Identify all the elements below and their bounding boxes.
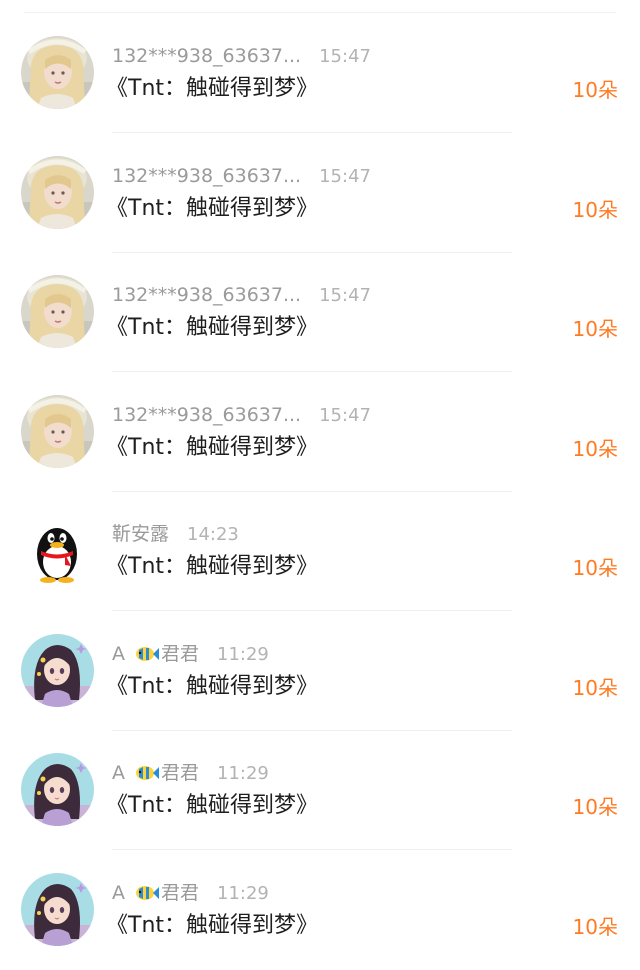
username[interactable]: 132***938_63637... <box>112 404 301 426</box>
username[interactable]: 君君 <box>161 643 199 665</box>
list-item[interactable]: A 君君 11:29 《Tnt：触碰得到梦》 10朵 <box>0 612 640 732</box>
list-item[interactable]: 132***938_63637... 15:47 《Tnt：触碰得到梦》 10朵 <box>0 253 640 373</box>
qq-penguin-avatar-icon <box>21 514 94 587</box>
gift-amount: 10朵 <box>573 77 618 103</box>
meta-line: 132***938_63637... 15:47 <box>112 283 371 308</box>
gift-message: 《Tnt：触碰得到梦》 <box>106 792 318 820</box>
meta-line: A 君君 11:29 <box>112 642 269 670</box>
username[interactable]: 君君 <box>161 882 199 904</box>
list-item[interactable]: 靳安露 14:23 《Tnt：触碰得到梦》 10朵 <box>0 492 640 612</box>
gift-amount: 10朵 <box>573 914 618 940</box>
avatar[interactable] <box>21 275 94 348</box>
meta-line: 132***938_63637... 15:47 <box>112 164 371 189</box>
username[interactable]: 132***938_63637... <box>112 45 301 67</box>
gift-message: 《Tnt：触碰得到梦》 <box>106 912 318 940</box>
timestamp: 15:47 <box>319 166 371 187</box>
avatar[interactable] <box>21 753 94 826</box>
username[interactable]: 132***938_63637... <box>112 284 301 306</box>
gift-list[interactable]: 132***938_63637... 15:47 《Tnt：触碰得到梦》 10朵 <box>0 14 640 970</box>
list-item[interactable]: A 君君 11:29 《Tnt：触碰得到梦》 10朵 <box>0 731 640 851</box>
blonde-girl-avatar-icon <box>21 36 94 109</box>
list-item[interactable]: A 君君 11:29 《Tnt：触碰得到梦》 10朵 <box>0 851 640 970</box>
timestamp: 15:47 <box>319 405 371 426</box>
fish-icon <box>133 883 159 909</box>
list-item[interactable]: 132***938_63637... 15:47 《Tnt：触碰得到梦》 10朵 <box>0 14 640 134</box>
meta-line: 靳安露 14:23 <box>112 522 239 547</box>
anime-girl-avatar-icon <box>21 753 94 826</box>
timestamp: 14:23 <box>187 524 239 545</box>
timestamp: 15:47 <box>319 46 371 67</box>
meta-line: 132***938_63637... 15:47 <box>112 403 371 428</box>
username-prefix[interactable]: A <box>112 762 125 784</box>
gift-message: 《Tnt：触碰得到梦》 <box>106 75 318 103</box>
username[interactable]: 132***938_63637... <box>112 165 301 187</box>
timestamp: 11:29 <box>217 763 269 784</box>
top-divider <box>24 12 616 13</box>
gift-message: 《Tnt：触碰得到梦》 <box>106 314 318 342</box>
gift-amount: 10朵 <box>573 197 618 223</box>
fish-icon <box>133 763 159 789</box>
blonde-girl-avatar-icon <box>21 156 94 229</box>
timestamp: 11:29 <box>217 644 269 665</box>
list-item[interactable]: 132***938_63637... 15:47 《Tnt：触碰得到梦》 10朵 <box>0 134 640 254</box>
gift-message: 《Tnt：触碰得到梦》 <box>106 553 318 581</box>
gift-message: 《Tnt：触碰得到梦》 <box>106 195 318 223</box>
username-prefix[interactable]: A <box>112 882 125 904</box>
gift-message: 《Tnt：触碰得到梦》 <box>106 673 318 701</box>
avatar[interactable] <box>21 514 94 587</box>
gift-message: 《Tnt：触碰得到梦》 <box>106 434 318 462</box>
avatar[interactable] <box>21 156 94 229</box>
fish-icon <box>133 644 159 670</box>
gift-amount: 10朵 <box>573 436 618 462</box>
avatar[interactable] <box>21 873 94 946</box>
gift-amount: 10朵 <box>573 555 618 581</box>
meta-line: A 君君 11:29 <box>112 881 269 909</box>
list-item[interactable]: 132***938_63637... 15:47 《Tnt：触碰得到梦》 10朵 <box>0 373 640 493</box>
meta-line: A 君君 11:29 <box>112 761 269 789</box>
gift-amount: 10朵 <box>573 675 618 701</box>
username-prefix[interactable]: A <box>112 643 125 665</box>
blonde-girl-avatar-icon <box>21 395 94 468</box>
gift-amount: 10朵 <box>573 794 618 820</box>
timestamp: 15:47 <box>319 285 371 306</box>
top-bar <box>0 0 640 14</box>
username[interactable]: 君君 <box>161 762 199 784</box>
username[interactable]: 靳安露 <box>112 523 169 545</box>
meta-line: 132***938_63637... 15:47 <box>112 44 371 69</box>
timestamp: 11:29 <box>217 883 269 904</box>
avatar[interactable] <box>21 36 94 109</box>
avatar[interactable] <box>21 395 94 468</box>
anime-girl-avatar-icon <box>21 873 94 946</box>
avatar[interactable] <box>21 634 94 707</box>
anime-girl-avatar-icon <box>21 634 94 707</box>
gift-amount: 10朵 <box>573 316 618 342</box>
blonde-girl-avatar-icon <box>21 275 94 348</box>
